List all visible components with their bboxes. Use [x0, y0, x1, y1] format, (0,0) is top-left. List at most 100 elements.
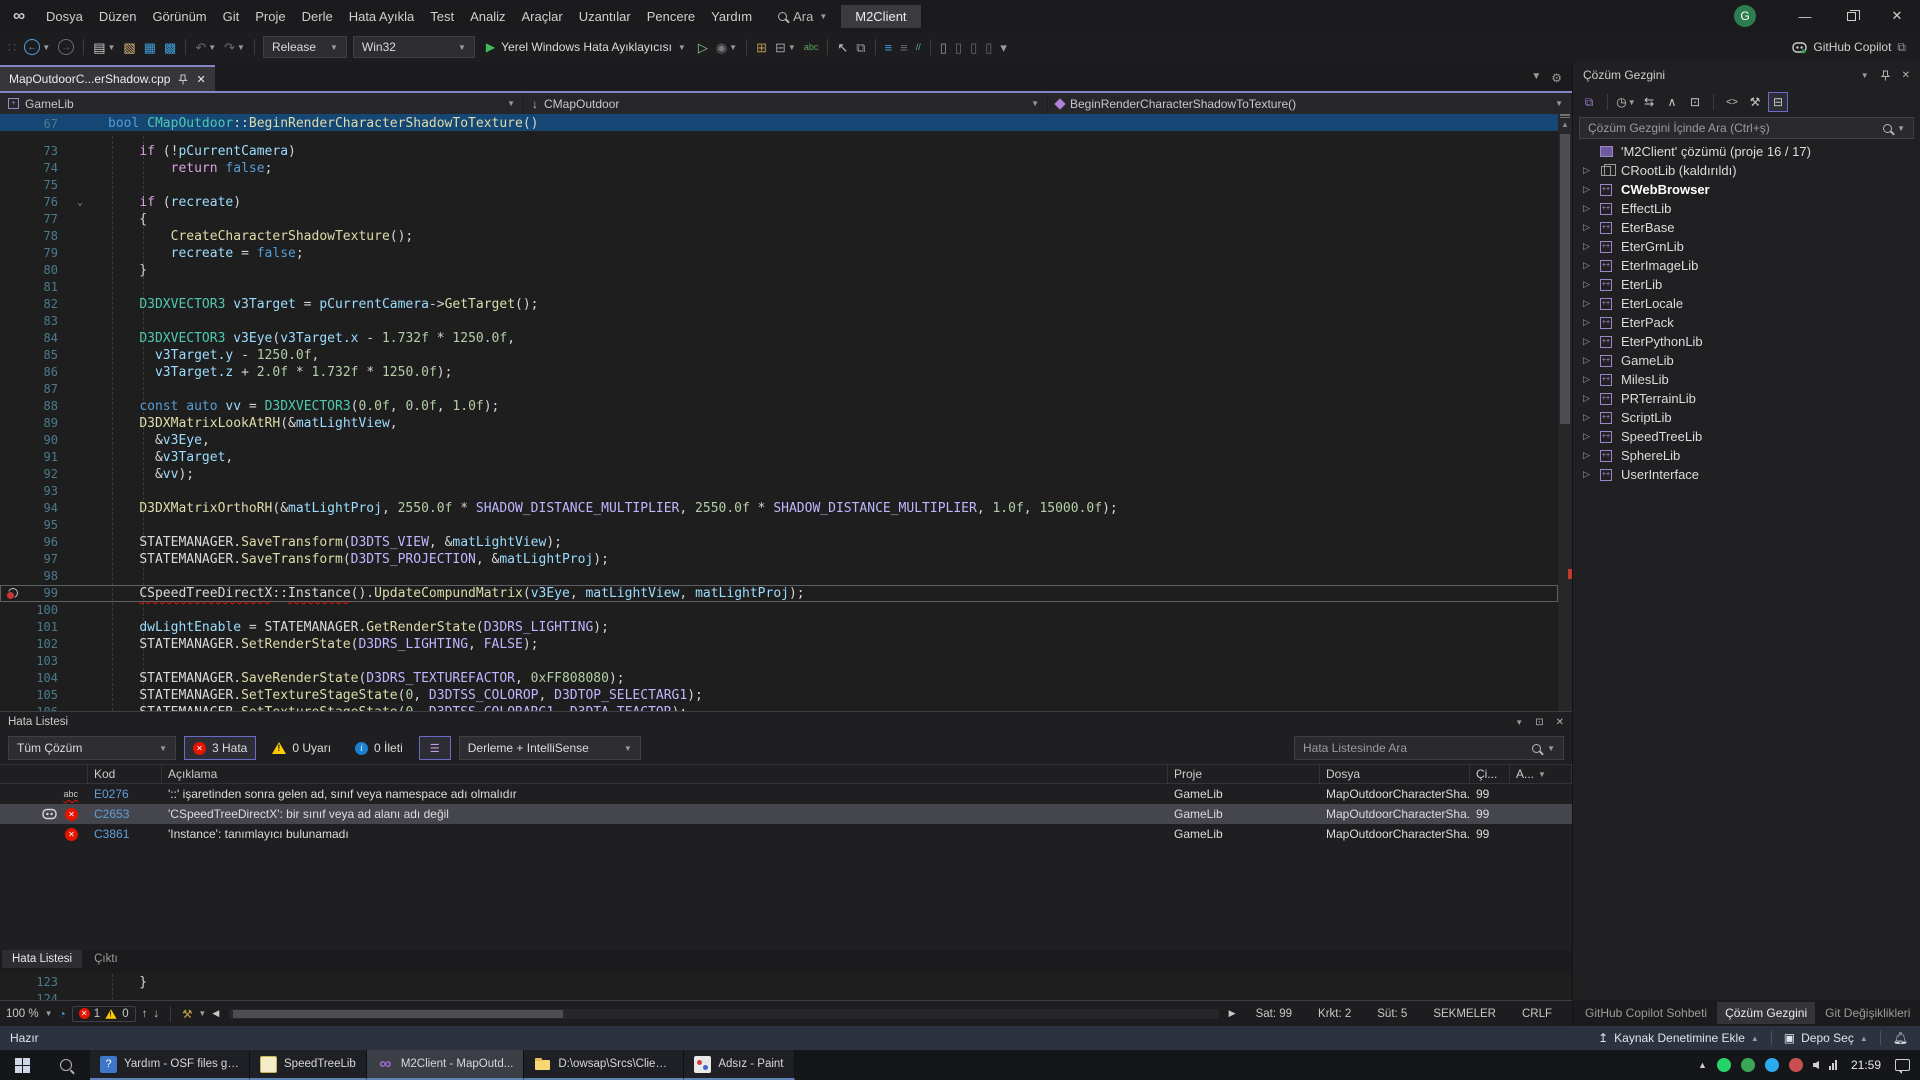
- breakpoint-margin[interactable]: [0, 347, 24, 364]
- preview-selected-items-icon[interactable]: ⊟: [1768, 92, 1788, 112]
- breadcrumb-segment-0[interactable]: +GameLib▼: [0, 93, 524, 114]
- panel-tab-çıktı[interactable]: Çıktı: [84, 950, 128, 968]
- breakpoint-margin[interactable]: [0, 114, 24, 131]
- solution-explorer-icon[interactable]: ⊞: [752, 36, 771, 58]
- tree-item-eterbase[interactable]: ▷++EterBase: [1573, 218, 1920, 237]
- breakpoint-margin[interactable]: [0, 568, 24, 585]
- filter-button[interactable]: ☰: [419, 736, 451, 760]
- code-line-87[interactable]: 87: [0, 381, 1558, 398]
- breakpoint-margin[interactable]: [0, 551, 24, 568]
- breakpoint-margin[interactable]: [0, 687, 24, 704]
- code-line-123[interactable]: 123 }: [0, 974, 1572, 991]
- code-line-86[interactable]: 86 v3Target.z + 2.0f * 1.732f * 1250.0f)…: [0, 364, 1558, 381]
- breadcrumb-segment-1[interactable]: ↓CMapOutdoor▼: [524, 93, 1048, 114]
- code-line-100[interactable]: 100: [0, 602, 1558, 619]
- errors-filter-toggle[interactable]: ✕ 3 Hata: [184, 736, 256, 760]
- expand-arrow-icon[interactable]: ▷: [1583, 260, 1597, 271]
- save-all-icon[interactable]: ▩: [160, 36, 180, 58]
- select-repository-button[interactable]: ▣ Depo Seç ▲: [1772, 1026, 1880, 1050]
- tree-item-eterimagelib[interactable]: ▷++EterImageLib: [1573, 256, 1920, 275]
- breakpoint-margin[interactable]: [0, 517, 24, 534]
- code-line-74[interactable]: 74 return false;: [0, 160, 1558, 177]
- breakpoint-margin[interactable]: [0, 398, 24, 415]
- code-line-99[interactable]: 99 CSpeedTreeDirectX::Instance().UpdateC…: [0, 585, 1558, 602]
- code-line-92[interactable]: 92 &vv);: [0, 466, 1558, 483]
- breakpoint-margin[interactable]: [0, 381, 24, 398]
- code-tail-strip[interactable]: 123 }124: [0, 974, 1572, 1000]
- horizontal-scrollbar[interactable]: [229, 1009, 1218, 1019]
- hidden-icons-chevron[interactable]: ▲: [1698, 1060, 1707, 1070]
- panel-chevron-icon[interactable]: ▼: [1515, 718, 1523, 727]
- code-line-67[interactable]: 67bool CMapOutdoor::BeginRenderCharacter…: [0, 114, 1558, 131]
- breakpoint-margin[interactable]: [0, 160, 24, 177]
- column-a[interactable]: A...▼: [1510, 765, 1572, 783]
- bookmark-toggle-icon[interactable]: ▯: [936, 36, 951, 58]
- red-app-icon[interactable]: [1789, 1058, 1803, 1072]
- whatsapp-icon[interactable]: [1717, 1058, 1731, 1072]
- telegram-icon[interactable]: [1765, 1058, 1779, 1072]
- code-line-75[interactable]: 75: [0, 177, 1558, 194]
- breakpoint-margin[interactable]: [0, 313, 24, 330]
- code-line-80[interactable]: 80 }: [0, 262, 1558, 279]
- minimize-button[interactable]: —: [1782, 0, 1828, 32]
- document-tab[interactable]: MapOutdoorC...erShadow.cpp ✕: [0, 65, 215, 91]
- close-tab-icon[interactable]: ✕: [196, 73, 205, 86]
- code-line-88[interactable]: 88 const auto vv = D3DXVECTOR3(0.0f, 0.0…: [0, 398, 1558, 415]
- start-button[interactable]: [0, 1050, 44, 1080]
- column-filter-icon[interactable]: ▼: [1538, 770, 1546, 779]
- undo-icon[interactable]: ↶▼: [191, 36, 220, 58]
- new-item-icon[interactable]: ▤▼: [89, 36, 119, 58]
- solution-explorer-search-input[interactable]: Çözüm Gezgini İçinde Ara (Ctrl+ş) ▼: [1579, 117, 1914, 139]
- tree-item-effectlib[interactable]: ▷++EffectLib: [1573, 199, 1920, 218]
- navigate-back-icon[interactable]: ←▼: [20, 36, 54, 58]
- error-overview-marker[interactable]: [1568, 569, 1572, 579]
- taskbar-app-paint[interactable]: Adsız - Paint: [684, 1050, 794, 1080]
- breakpoint-margin[interactable]: [0, 279, 24, 296]
- add-to-source-control-button[interactable]: ↥ Kaynak Denetimine Ekle ▲: [1586, 1026, 1771, 1050]
- tool-tab-git-değişiklikleri[interactable]: Git Değişiklikleri: [1817, 1002, 1918, 1024]
- tree-item-speedtreelib[interactable]: ▷++SpeedTreeLib: [1573, 427, 1920, 446]
- expand-arrow-icon[interactable]: ▷: [1583, 355, 1597, 366]
- open-file-icon[interactable]: ▧: [119, 36, 139, 58]
- error-row-C2653[interactable]: ✕C2653'CSpeedTreeDirectX': bir sınıf vey…: [0, 804, 1572, 824]
- switch-views-icon[interactable]: ⧉: [1579, 92, 1599, 112]
- spell-check-icon[interactable]: abc: [800, 36, 823, 58]
- breakpoint-margin[interactable]: [0, 177, 24, 194]
- tree-item-prterrainlib[interactable]: ▷++PRTerrainLib: [1573, 389, 1920, 408]
- breakpoint-margin[interactable]: [0, 991, 24, 1000]
- fold-icon[interactable]: ⌄: [68, 194, 92, 211]
- menu-derle[interactable]: Derle: [294, 5, 341, 28]
- column-aklama[interactable]: Açıklama: [162, 765, 1168, 783]
- green-app-icon[interactable]: [1741, 1058, 1755, 1072]
- network-icon[interactable]: [1829, 1060, 1837, 1070]
- error-list-search-input[interactable]: Hata Listesinde Ara ▼: [1294, 736, 1564, 760]
- close-button[interactable]: ✕: [1874, 0, 1920, 32]
- error-scope-dropdown[interactable]: Tüm Çözüm▼: [8, 736, 176, 760]
- code-line-98[interactable]: 98: [0, 568, 1558, 585]
- select-tool-icon[interactable]: ↖: [833, 36, 852, 58]
- expand-arrow-icon[interactable]: ▷: [1583, 241, 1597, 252]
- breakpoint-margin[interactable]: [0, 619, 24, 636]
- column-icon[interactable]: [0, 765, 88, 783]
- code-line-91[interactable]: 91 &v3Target,: [0, 449, 1558, 466]
- expand-arrow-icon[interactable]: ▷: [1583, 298, 1597, 309]
- breakpoint-margin[interactable]: [0, 670, 24, 687]
- expand-arrow-icon[interactable]: ▷: [1583, 374, 1597, 385]
- scrollbar-thumb[interactable]: [1560, 134, 1570, 424]
- pending-changes-filter-icon[interactable]: ◷▼: [1616, 92, 1636, 112]
- messages-filter-toggle[interactable]: i 0 İleti: [347, 736, 411, 760]
- breakpoint-margin[interactable]: [0, 602, 24, 619]
- sync-with-active-document-icon[interactable]: ⇆: [1639, 92, 1659, 112]
- menu-git[interactable]: Git: [215, 5, 248, 28]
- document-health-icon[interactable]: ◔: [59, 1007, 66, 1021]
- taskbar-app-notepad[interactable]: SpeedTreeLib: [250, 1050, 367, 1080]
- code-line-95[interactable]: 95: [0, 517, 1558, 534]
- code-line-76[interactable]: 76⌄ if (recreate): [0, 194, 1558, 211]
- panel-chevron-icon[interactable]: ▼: [1861, 71, 1869, 80]
- code-line-96[interactable]: 96 STATEMANAGER.SaveTransform(D3DTS_VIEW…: [0, 534, 1558, 551]
- column-kod[interactable]: Kod: [88, 765, 162, 783]
- error-list-header[interactable]: KodAçıklamaProjeDosyaÇi...A...▼: [0, 764, 1572, 784]
- code-line-105[interactable]: 105 STATEMANAGER.SetTextureStageState(0,…: [0, 687, 1558, 704]
- code-line-102[interactable]: 102 STATEMANAGER.SetRenderState(D3DRS_LI…: [0, 636, 1558, 653]
- expand-arrow-icon[interactable]: ▷: [1583, 279, 1597, 290]
